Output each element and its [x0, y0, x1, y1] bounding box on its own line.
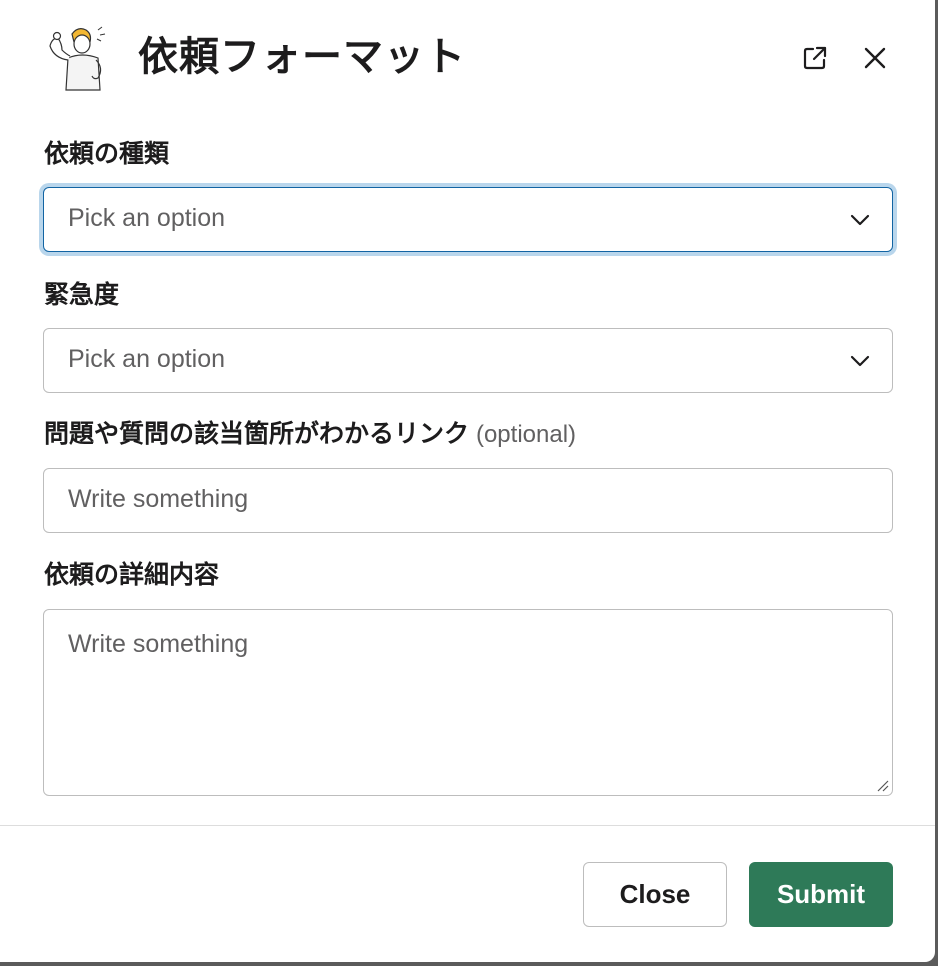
modal-title: 依頼フォーマット — [138, 35, 466, 79]
link-label-text: 問題や質問の該当箇所がわかるリンク — [44, 420, 470, 448]
link-placeholder: Write something — [68, 485, 249, 513]
close-button[interactable]: Close — [583, 862, 727, 927]
modal-header: 依頼フォーマット — [0, 0, 935, 118]
external-link-icon[interactable] — [795, 38, 835, 78]
link-label: 問題や質問の該当箇所がわかるリンク (optional) — [44, 418, 576, 451]
urgency-label: 緊急度 — [44, 281, 120, 309]
details-label: 依頼の詳細内容 — [44, 561, 220, 589]
close-icon[interactable] — [855, 38, 895, 78]
details-placeholder: Write something — [68, 630, 249, 658]
chevron-down-icon — [848, 208, 872, 232]
submit-button[interactable]: Submit — [749, 862, 893, 927]
modal-dialog: 依頼フォーマット 依頼の種類 Pick an option 緊急度 Pick a… — [0, 0, 935, 962]
footer-divider — [0, 825, 935, 826]
chevron-down-icon — [848, 349, 872, 373]
link-input[interactable]: Write something — [43, 468, 893, 533]
optional-tag: (optional) — [475, 421, 577, 448]
app-avatar-icon — [40, 24, 112, 92]
details-textarea[interactable]: Write something — [43, 609, 893, 796]
urgency-select[interactable]: Pick an option — [43, 328, 893, 393]
resize-handle-icon[interactable] — [874, 777, 890, 793]
request-type-placeholder: Pick an option — [68, 204, 226, 232]
request-type-select[interactable]: Pick an option — [43, 187, 893, 252]
urgency-placeholder: Pick an option — [68, 345, 226, 373]
request-type-label: 依頼の種類 — [44, 140, 170, 168]
